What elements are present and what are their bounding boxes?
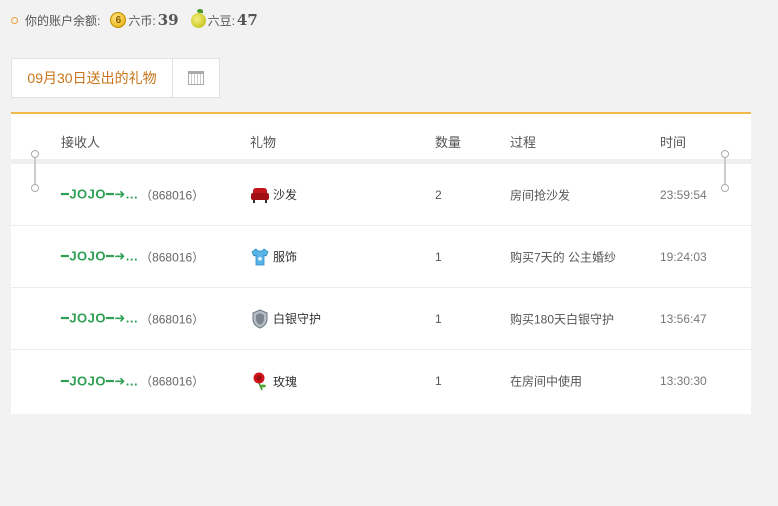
header-gift: 礼物 [250,135,277,150]
table-row: ━JOJO━➜... （868016） 沙发 2 房间抢沙发 23:59:54 [11,164,751,226]
date-filter: 09月30日送出的礼物 [11,58,220,98]
calendar-button[interactable] [173,59,219,97]
gift-time: 13:30:30 [660,374,707,388]
gift-name: 白银守护 [273,312,322,326]
balance-label: 你的账户余额: [25,13,101,28]
table-row: ━JOJO━➜... （868016） ★ 服饰 1 购买7天的 公主婚纱 19… [11,226,751,288]
gift-time: 23:59:54 [660,187,707,202]
gift-process: 购买7天的 公主婚纱 [510,250,617,264]
receiver-cell[interactable]: ━JOJO━➜... （868016） [61,186,204,203]
gift-count: 1 [435,374,442,388]
gift-time: 13:56:47 [660,311,707,326]
gift-count: 1 [435,249,442,264]
rose-icon [253,372,266,391]
table-row: ━JOJO━➜... （868016） 玫瑰 1 在房间中使用 13:30:30 [11,350,751,412]
gift-name: 玫瑰 [273,374,298,389]
coin-icon: 6 [110,12,127,28]
receiver-id: （868016） [140,374,205,389]
gift-process: 房间抢沙发 [510,188,571,202]
silver-shield-icon [252,308,268,329]
calendar-icon [188,71,204,85]
table-row: ━JOJO━➜... （868016） 白银守护 1 购买180天白银守护 13… [11,288,751,350]
table-header: 接收人 礼物 数量 过程 时间 [11,114,751,192]
gift-cell: ★ 服饰 [250,247,297,267]
receiver-id: （868016） [140,312,205,326]
gift-name: 服饰 [273,250,298,264]
bean-label: 六豆: [207,13,235,28]
gift-name: 沙发 [273,188,298,202]
coin-label: 六币: [128,13,156,28]
gift-cell: 白银守护 [250,308,322,329]
header-time: 时间 [660,135,687,150]
gift-cell: 玫瑰 [250,371,297,391]
gift-table: 接收人 礼物 数量 过程 时间 ━JOJO━➜... （868016） 沙发 2… [11,112,751,414]
bean-value: 47 [236,11,258,29]
bean-icon [190,8,206,28]
sofa-icon [251,187,269,203]
receiver-nick[interactable]: ━JOJO━➜... [61,311,138,327]
receiver-cell[interactable]: ━JOJO━➜... （868016） [61,248,204,265]
header-receiver: 接收人 [61,135,101,150]
bullet-icon [11,16,18,24]
gift-process: 在房间中使用 [510,374,583,389]
date-filter-label: 09月30日送出的礼物 [12,59,173,97]
gift-count: 2 [435,187,442,202]
gift-time: 19:24:03 [660,249,707,264]
gift-count: 1 [435,311,442,326]
receiver-cell[interactable]: ━JOJO━➜... （868016） [61,373,204,390]
receiver-nick[interactable]: ━JOJO━➜... [61,187,138,203]
account-balance: 你的账户余额: 6 六币: 39 六豆: 47 [11,8,258,30]
receiver-nick[interactable]: ━JOJO━➜... [61,373,138,389]
coin-value: 39 [157,11,179,29]
receiver-id: （868016） [140,250,205,264]
header-count: 数量 [435,135,462,150]
svg-text:★: ★ [257,255,263,263]
gift-cell: 沙发 [250,185,297,205]
receiver-cell[interactable]: ━JOJO━➜... （868016） [61,310,204,327]
receiver-nick[interactable]: ━JOJO━➜... [61,249,138,265]
receiver-id: （868016） [140,188,205,202]
clothing-icon: ★ [251,247,269,265]
gift-process: 购买180天白银守护 [510,312,615,326]
header-process: 过程 [510,135,537,150]
